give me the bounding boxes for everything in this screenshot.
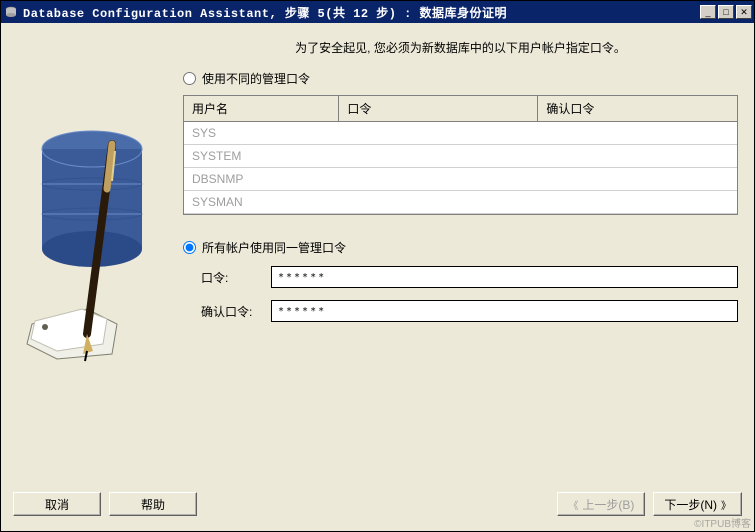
option-same-label: 所有帐户使用同一管理口令 xyxy=(202,239,346,256)
next-button[interactable]: 下一步(N) 》 xyxy=(653,492,742,516)
window-title: Database Configuration Assistant, 步骤 5(共… xyxy=(23,4,700,21)
chevron-right-icon: 》 xyxy=(721,497,731,512)
window-buttons: _ □ ✕ xyxy=(700,5,752,19)
col-header-user: 用户名 xyxy=(184,96,339,122)
cell-confirm xyxy=(538,145,737,168)
main-panel: 为了安全起见, 您必须为新数据库中的以下用户帐户指定口令。 使用不同的管理口令 … xyxy=(183,39,738,471)
table-header-row: 用户名 口令 确认口令 xyxy=(184,96,737,122)
wizard-sidebar xyxy=(17,39,167,471)
radio-same[interactable] xyxy=(183,241,196,254)
table-row: DBSNMP xyxy=(184,168,737,191)
option-different-passwords[interactable]: 使用不同的管理口令 xyxy=(183,70,738,87)
col-header-confirm: 确认口令 xyxy=(538,96,737,122)
users-table: 用户名 口令 确认口令 SYS SYSTEM xyxy=(183,95,738,215)
option-different-label: 使用不同的管理口令 xyxy=(202,70,310,87)
password-input[interactable] xyxy=(271,266,738,288)
radio-different[interactable] xyxy=(183,72,196,85)
confirm-password-input[interactable] xyxy=(271,300,738,322)
cell-password xyxy=(339,145,538,168)
cell-user: SYSMAN xyxy=(184,191,339,214)
table-row: SYSTEM xyxy=(184,145,737,168)
password-label: 口令: xyxy=(201,269,271,286)
wizard-window: Database Configuration Assistant, 步骤 5(共… xyxy=(0,0,755,532)
cell-confirm xyxy=(538,191,737,214)
same-password-block: 所有帐户使用同一管理口令 口令: 确认口令: xyxy=(183,239,738,334)
cell-password xyxy=(339,168,538,191)
app-icon xyxy=(3,4,19,20)
confirm-password-label: 确认口令: xyxy=(201,303,271,320)
content-area: 为了安全起见, 您必须为新数据库中的以下用户帐户指定口令。 使用不同的管理口令 … xyxy=(1,23,754,487)
cancel-button[interactable]: 取消 xyxy=(13,492,101,516)
option-same-password[interactable]: 所有帐户使用同一管理口令 xyxy=(183,239,738,256)
table-row: SYSMAN xyxy=(184,191,737,214)
back-button[interactable]: 《 上一步(B) xyxy=(557,492,645,516)
cell-user: SYS xyxy=(184,122,339,145)
cell-password xyxy=(339,191,538,214)
instruction-text: 为了安全起见, 您必须为新数据库中的以下用户帐户指定口令。 xyxy=(183,39,738,56)
col-header-password: 口令 xyxy=(339,96,538,122)
chevron-left-icon: 《 xyxy=(568,497,578,512)
cell-confirm xyxy=(538,122,737,145)
cell-user: SYSTEM xyxy=(184,145,339,168)
help-button[interactable]: 帮助 xyxy=(109,492,197,516)
maximize-button[interactable]: □ xyxy=(718,5,734,19)
password-row: 口令: xyxy=(201,266,738,288)
table-row: SYS xyxy=(184,122,737,145)
minimize-button[interactable]: _ xyxy=(700,5,716,19)
close-button[interactable]: ✕ xyxy=(736,5,752,19)
wizard-footer: 取消 帮助 《 上一步(B) 下一步(N) 》 xyxy=(1,487,754,531)
titlebar: Database Configuration Assistant, 步骤 5(共… xyxy=(1,1,754,23)
sidebar-illustration xyxy=(17,99,167,379)
confirm-password-row: 确认口令: xyxy=(201,300,738,322)
cell-confirm xyxy=(538,168,737,191)
cell-user: DBSNMP xyxy=(184,168,339,191)
cell-password xyxy=(339,122,538,145)
